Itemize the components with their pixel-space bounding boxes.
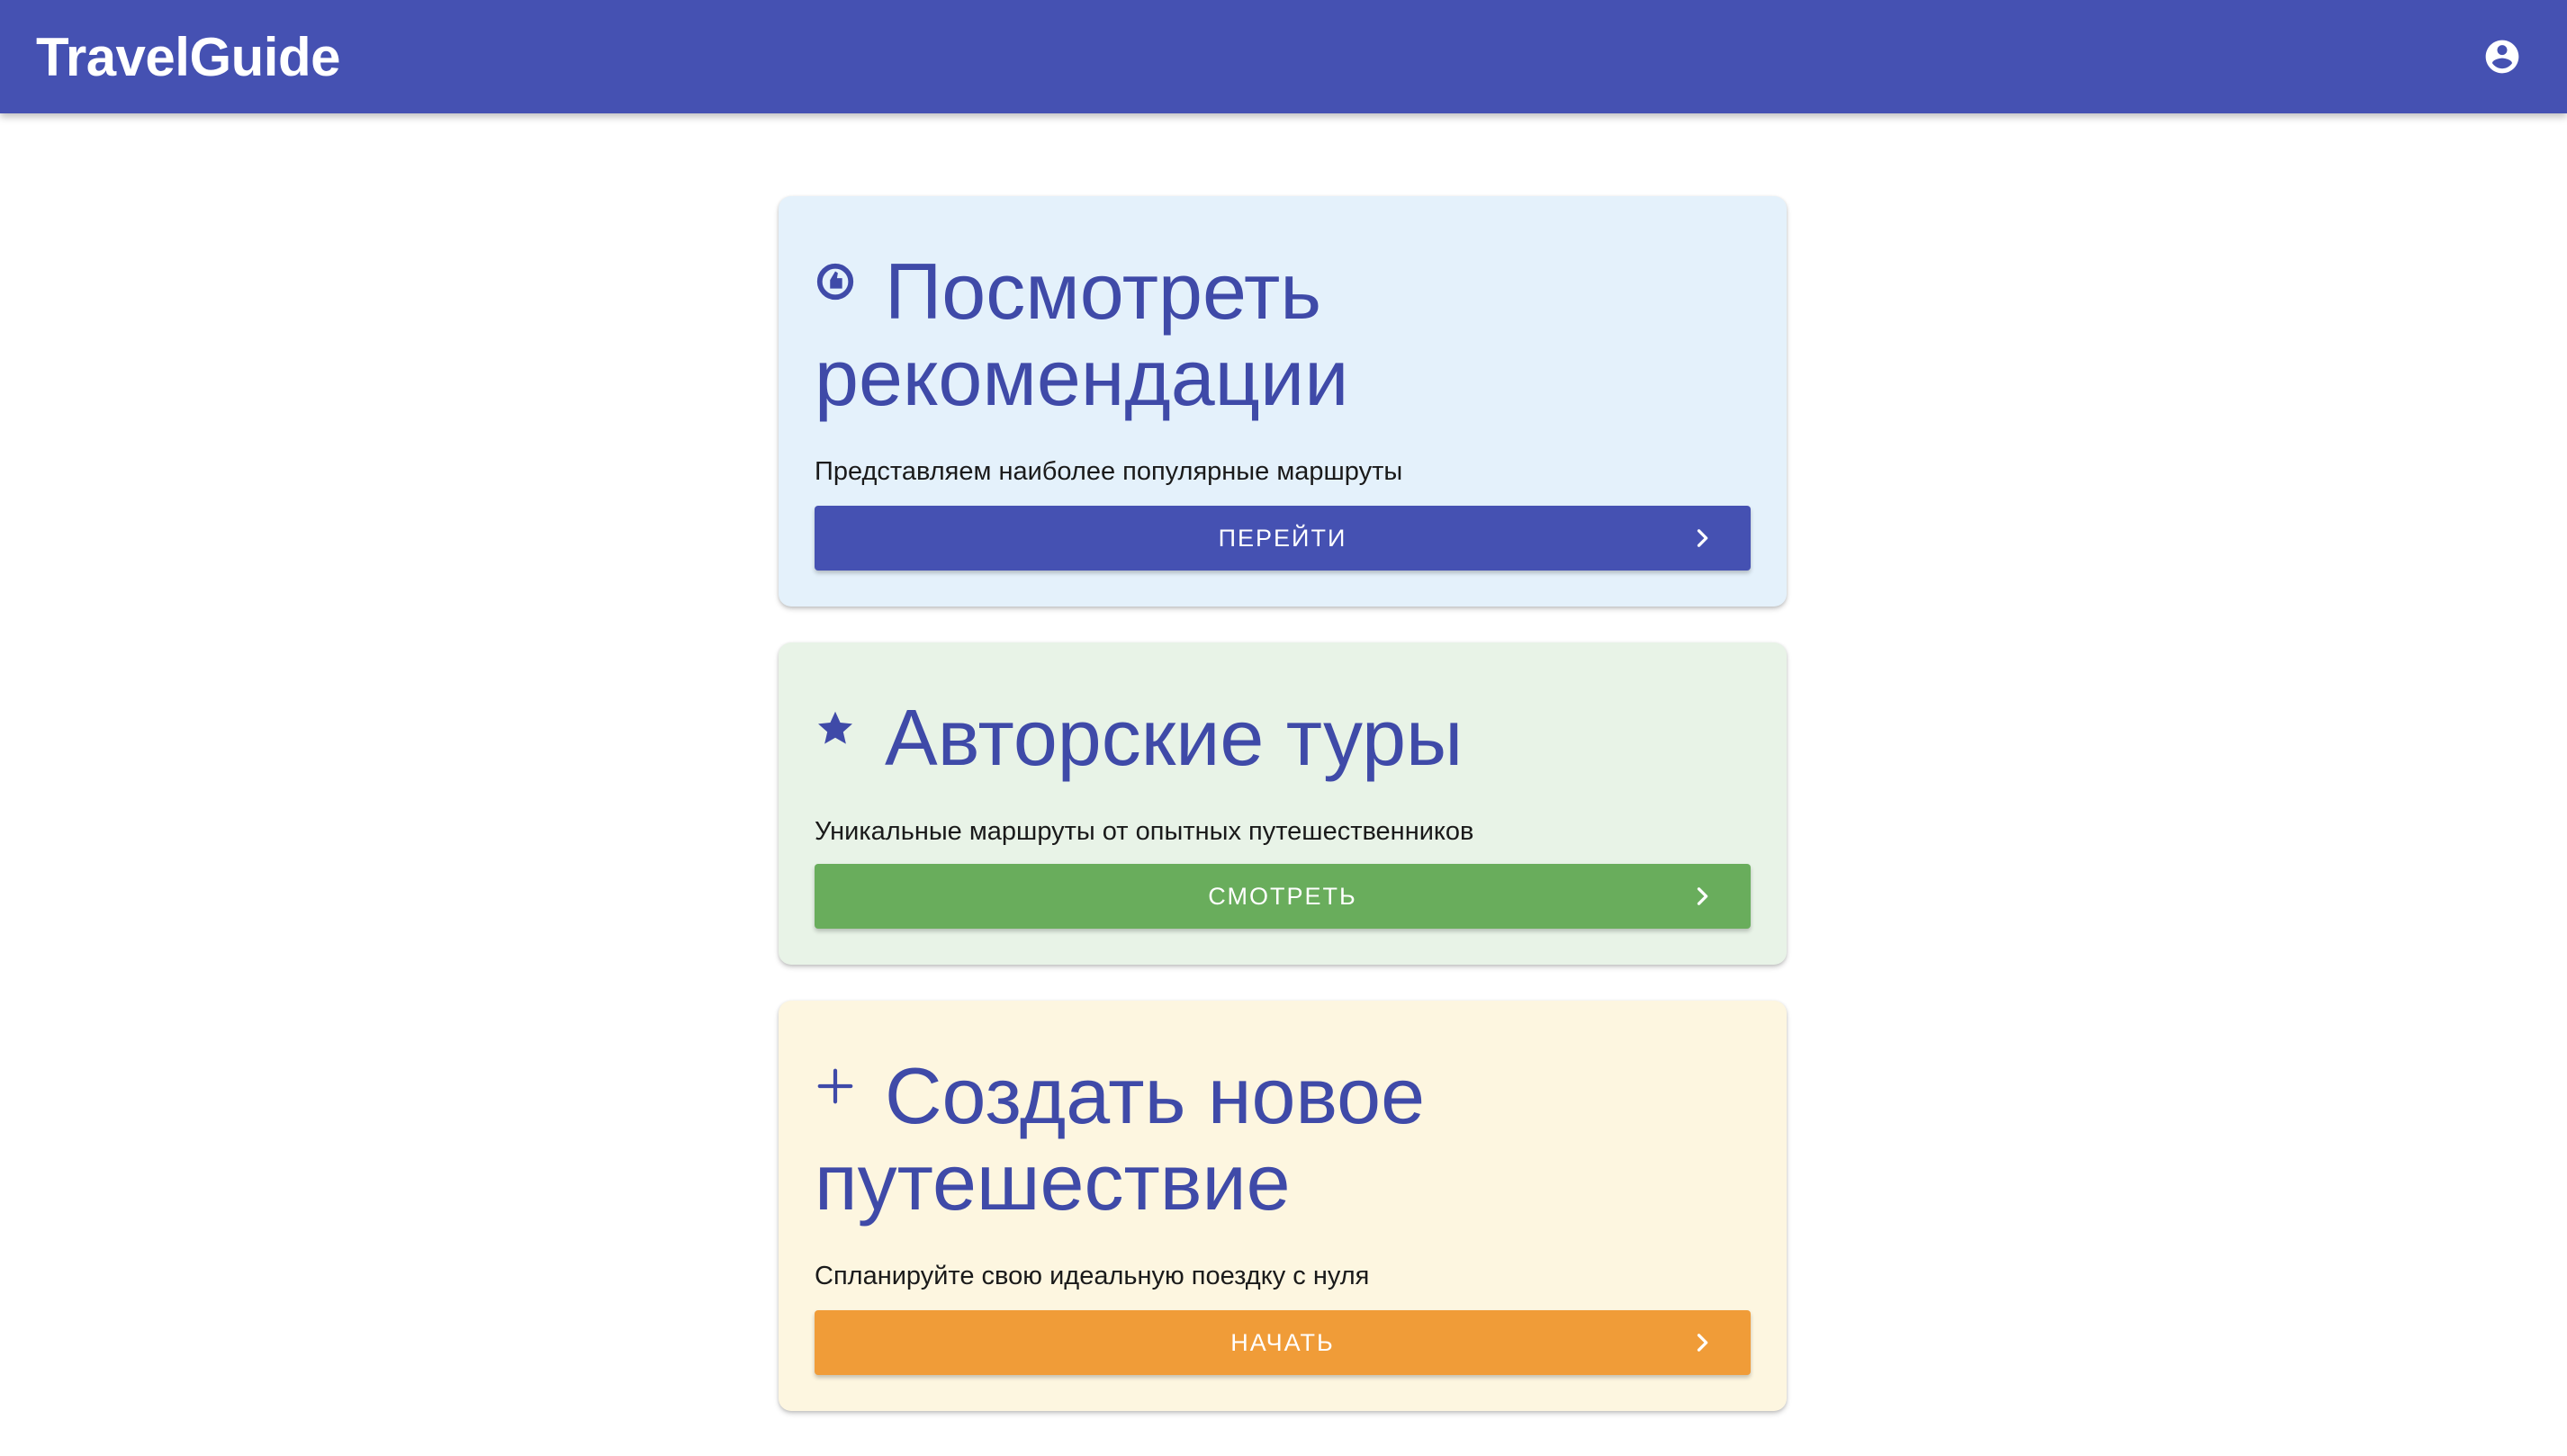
chevron-right-icon [1697, 887, 1708, 905]
app-title[interactable]: TravelGuide [36, 26, 340, 88]
card-description: Спланируйте свою идеальную поездку с нул… [815, 1262, 1370, 1290]
card-description: Представляем наиболее популярные маршрут… [815, 457, 1403, 486]
create-trip-card: Создать новое путешествие Спланируйте св… [779, 1001, 1787, 1411]
button-label: НАЧАТЬ [1230, 1328, 1335, 1356]
card-title-text: Посмотреть рекомендации [815, 247, 1349, 422]
cards-container: Посмотреть рекомендации Представляем наи… [779, 196, 1787, 1447]
card-title: Авторские туры [815, 679, 1517, 781]
star-icon [815, 679, 856, 744]
card-description: Уникальные маршруты от опытных путешеств… [815, 817, 1474, 846]
app-bar: TravelGuide [0, 0, 2567, 113]
card-title-text: Создать новое путешествие [815, 1051, 1426, 1227]
start-button[interactable]: НАЧАТЬ [815, 1310, 1751, 1375]
go-button[interactable]: ПЕРЕЙТИ [815, 506, 1751, 571]
card-title: Посмотреть рекомендации [815, 232, 1517, 421]
plus-icon [815, 1037, 856, 1104]
button-label: ПЕРЕЙТИ [1218, 524, 1347, 552]
recommendations-card: Посмотреть рекомендации Представляем наи… [779, 196, 1787, 607]
card-title: Создать новое путешествие [815, 1037, 1517, 1226]
view-button[interactable]: СМОТРЕТЬ [815, 864, 1751, 929]
chevron-right-icon [1697, 1334, 1708, 1352]
author-tours-card: Авторские туры Уникальные маршруты от оп… [779, 643, 1787, 965]
account-circle-icon [2485, 40, 2519, 74]
thumb-up-icon [815, 232, 856, 301]
button-label: СМОТРЕТЬ [1208, 882, 1357, 910]
account-button[interactable] [2473, 28, 2531, 85]
card-title-text: Авторские туры [885, 693, 1464, 782]
chevron-right-icon [1697, 529, 1708, 547]
